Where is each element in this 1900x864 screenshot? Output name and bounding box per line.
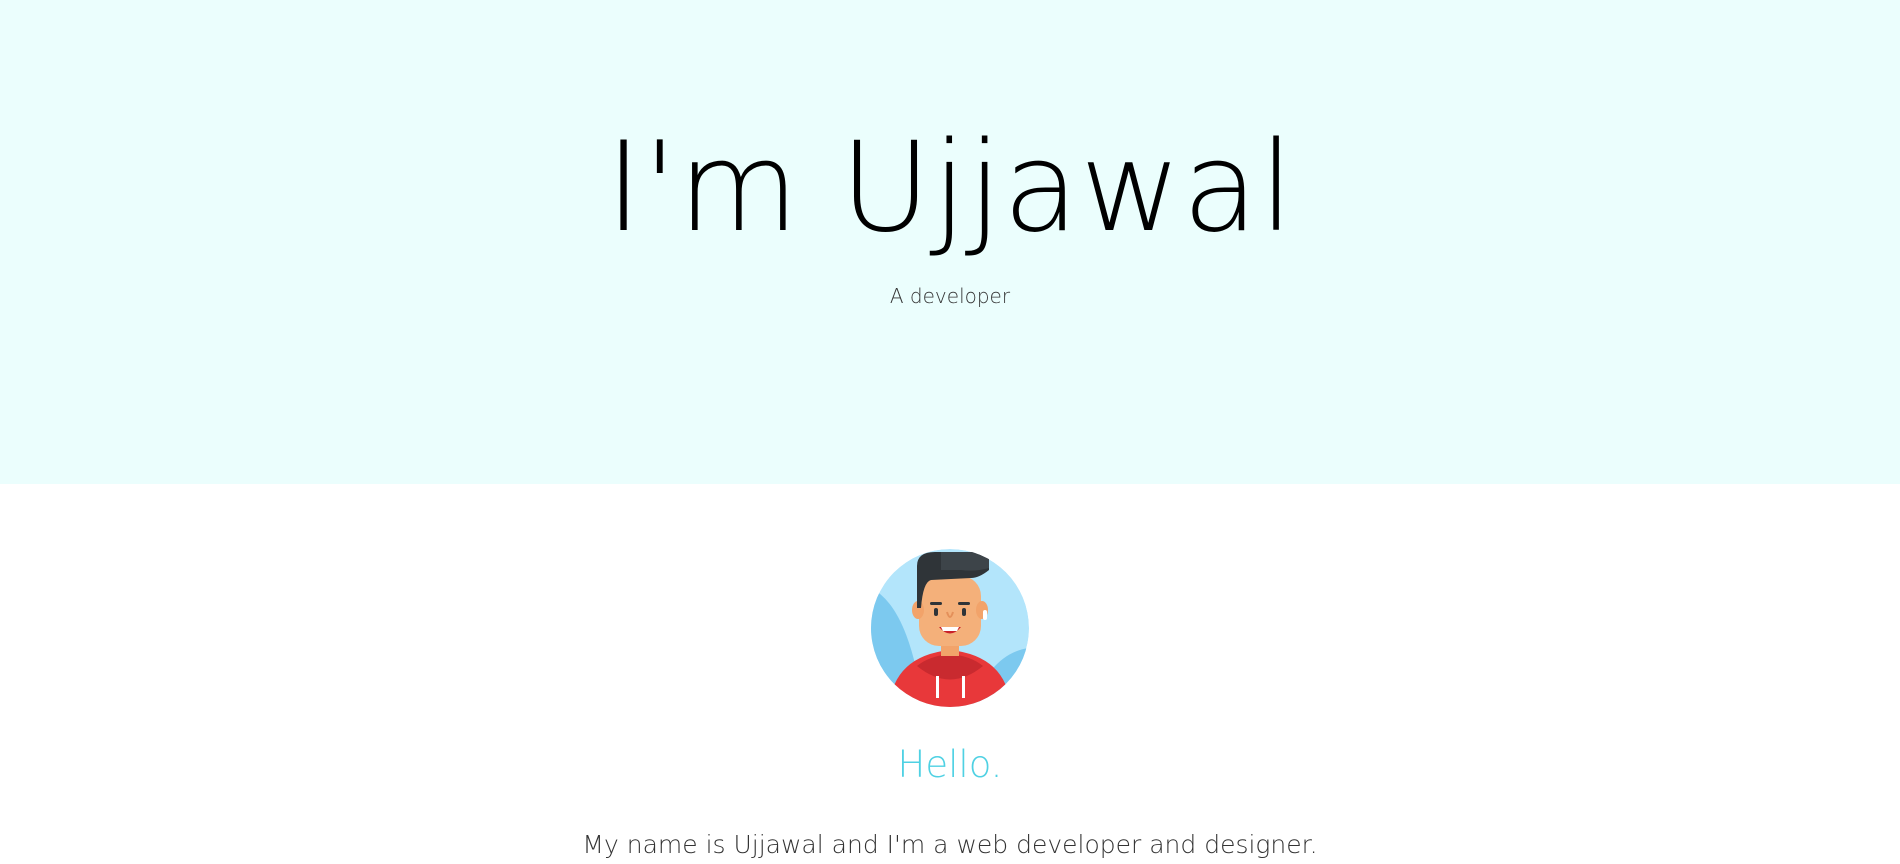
greeting-heading: Hello. <box>897 743 1003 786</box>
hero-subtitle: A developer <box>889 284 1011 308</box>
intro-text: My name is Ujjawal and I'm a web develop… <box>582 830 1318 859</box>
hero-title: I'm Ujjawal <box>605 116 1295 260</box>
portfolio-page: I'm Ujjawal A developer Hello. My name i… <box>0 0 1900 864</box>
developer-avatar-icon <box>871 548 1029 708</box>
hero-section: I'm Ujjawal A developer <box>0 0 1900 484</box>
